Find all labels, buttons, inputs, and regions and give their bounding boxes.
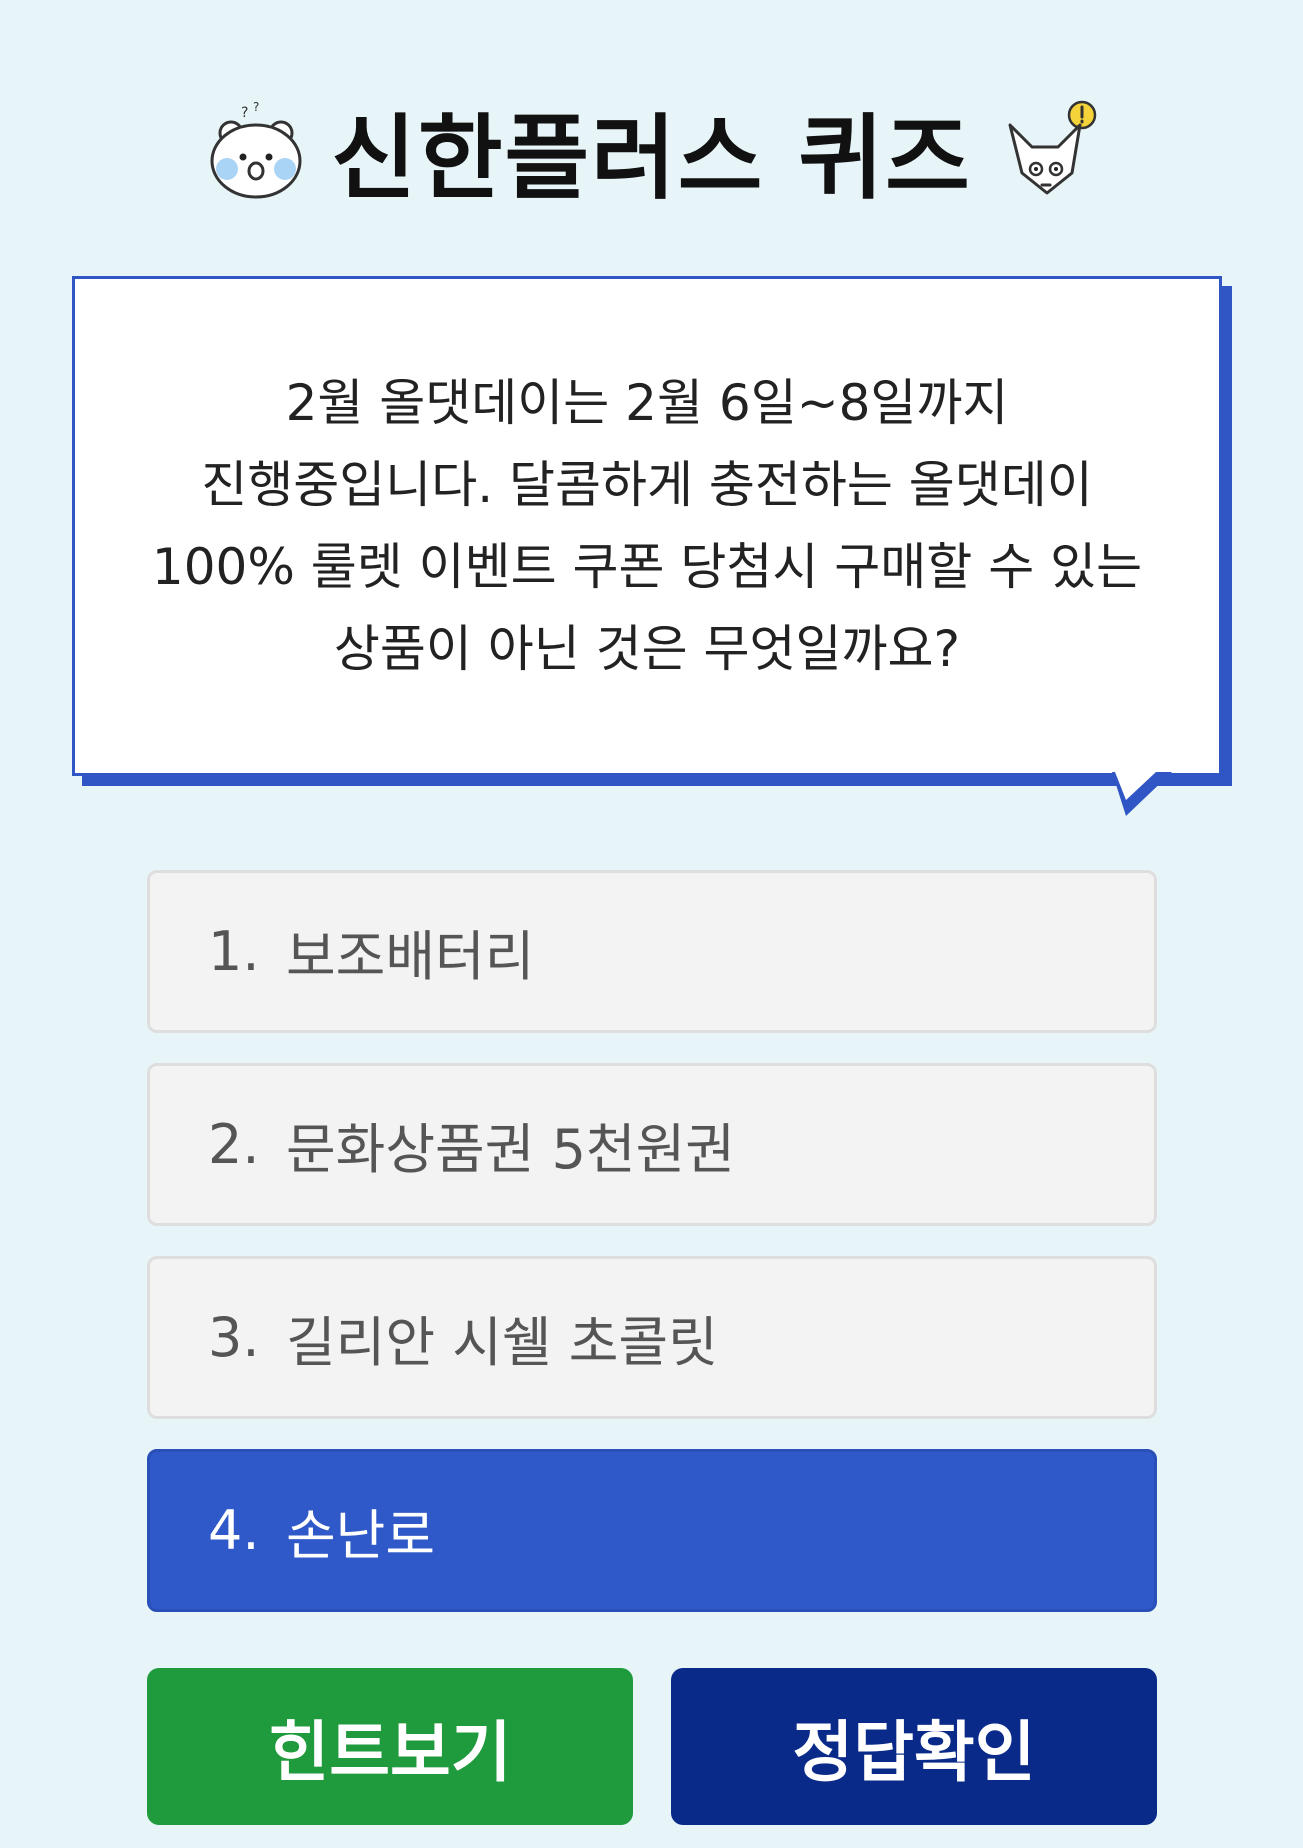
- option-number: 4.: [208, 1499, 260, 1562]
- speech-bubble-tail: [1112, 772, 1172, 816]
- option-label: 길리안 시쉘 초콜릿: [286, 1311, 718, 1374]
- option-1[interactable]: 1. 보조배터리: [147, 870, 1157, 1033]
- fox-mascot-icon: [1008, 100, 1096, 195]
- option-label: 보조배터리: [286, 925, 535, 988]
- question-box: 2월 올댓데이는 2월 6일~8일까지 진행중입니다. 달콤하게 충전하는 올댓…: [72, 276, 1222, 776]
- check-answer-button[interactable]: 정답확인: [671, 1668, 1157, 1825]
- page-title: 신한플러스 퀴즈: [331, 104, 972, 212]
- option-4[interactable]: 4. 손난로: [147, 1449, 1157, 1612]
- option-number: 2.: [208, 1113, 260, 1176]
- option-2[interactable]: 2. 문화상품권 5천원권: [147, 1063, 1157, 1226]
- option-number: 3.: [208, 1306, 260, 1369]
- bear-mascot-icon: ? ?: [210, 100, 302, 199]
- option-label: 손난로: [286, 1504, 436, 1567]
- option-3[interactable]: 3. 길리안 시쉘 초콜릿: [147, 1256, 1157, 1419]
- option-number: 1.: [208, 920, 260, 983]
- quiz-page: ? ? 신한플러스 퀴즈 2월 올댓데이는 2월 6일~8일까지 진행중입니다.…: [0, 0, 1303, 1848]
- question-card: 2월 올댓데이는 2월 6일~8일까지 진행중입니다. 달콤하게 충전하는 올댓…: [72, 276, 1232, 816]
- svg-text:?: ?: [253, 100, 259, 114]
- hint-button[interactable]: 힌트보기: [147, 1668, 633, 1825]
- svg-text:?: ?: [241, 105, 248, 121]
- question-text: 2월 올댓데이는 2월 6일~8일까지 진행중입니다. 달콤하게 충전하는 올댓…: [151, 374, 1143, 678]
- option-label: 문화상품권 5천원권: [286, 1118, 735, 1181]
- quiz-header: ? ? 신한플러스 퀴즈: [0, 80, 1303, 220]
